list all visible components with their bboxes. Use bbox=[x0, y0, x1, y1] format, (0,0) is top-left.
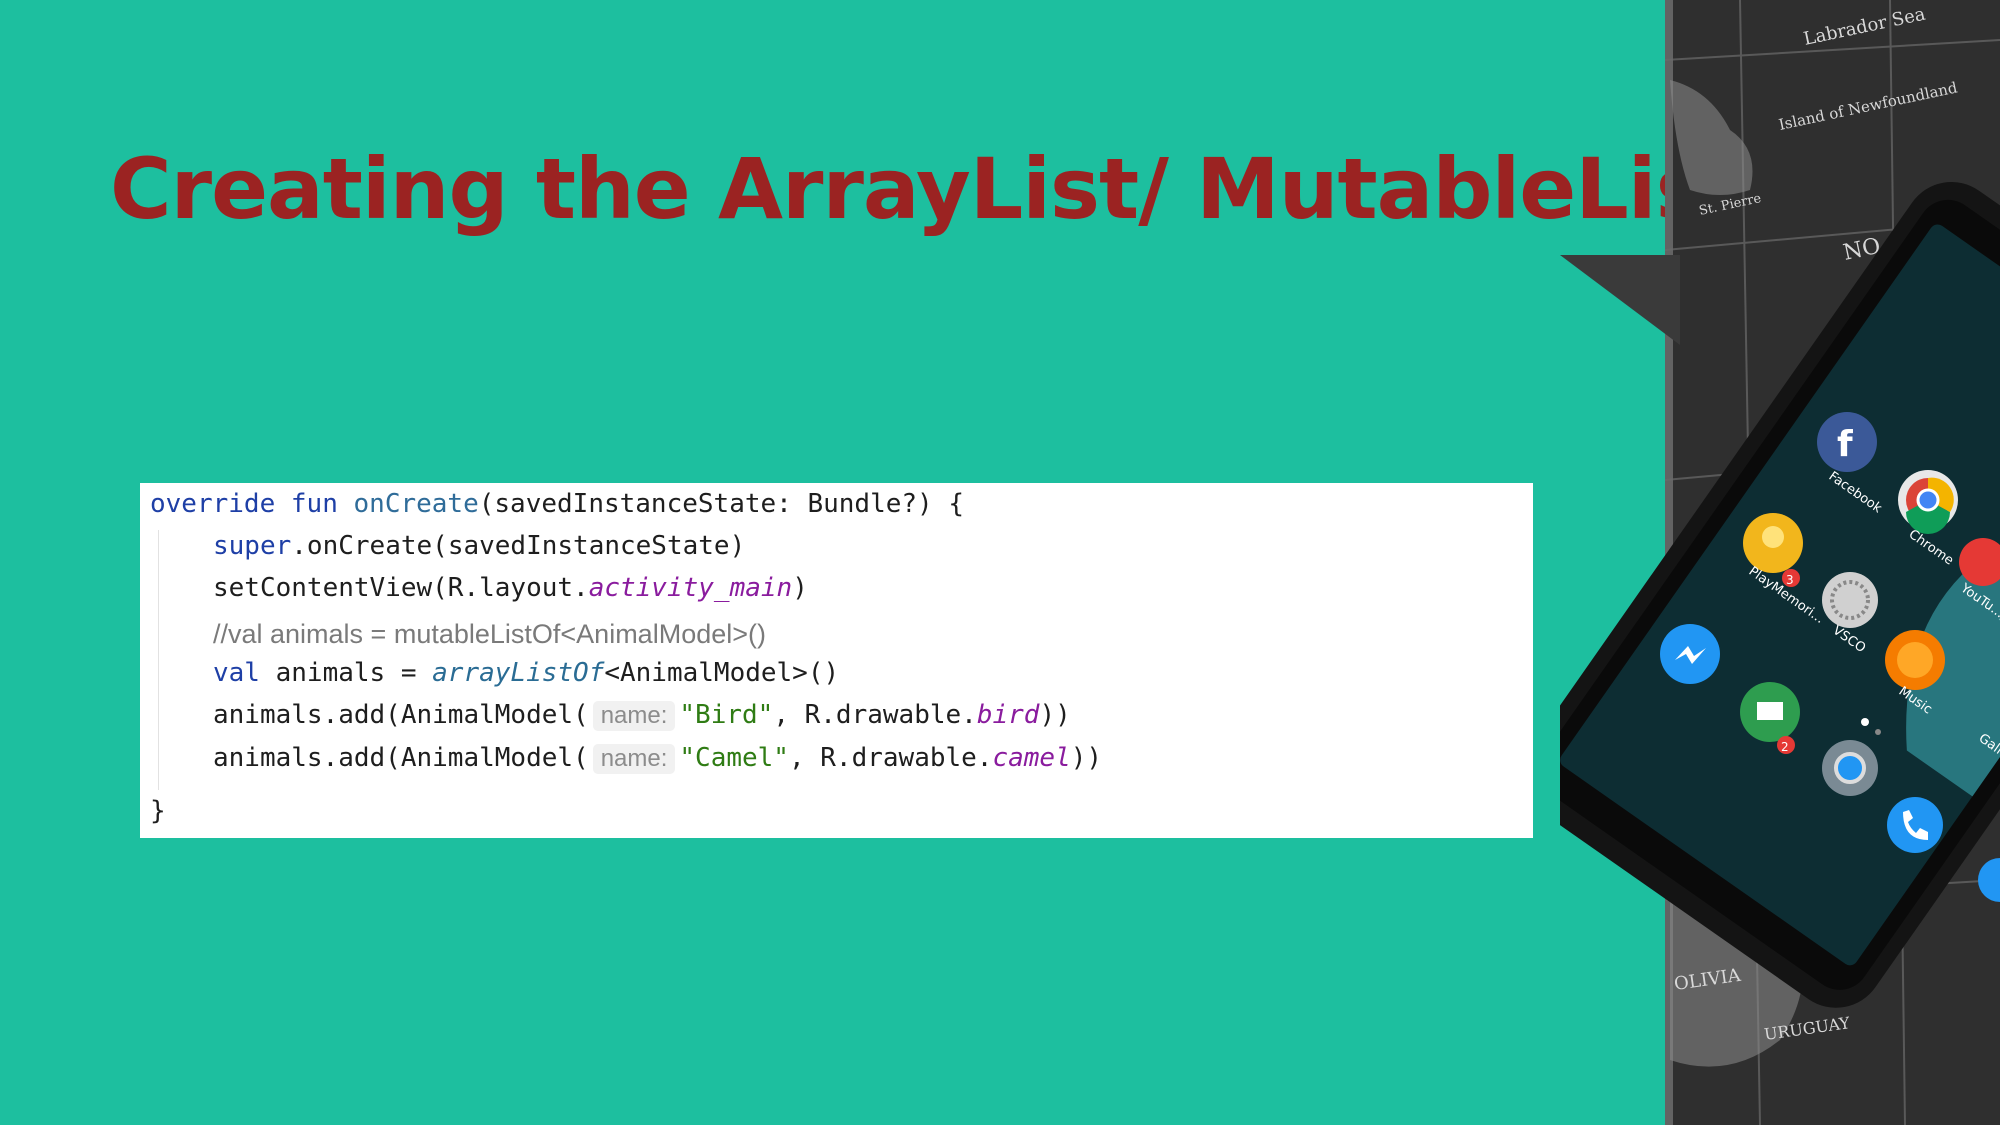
code-line-4: //val animals = mutableListOf<AnimalMode… bbox=[213, 618, 766, 651]
parameter-hint: name: bbox=[592, 744, 676, 774]
code-text: )) bbox=[1039, 700, 1071, 730]
keyword-val: val bbox=[213, 658, 260, 688]
function-name: onCreate bbox=[353, 489, 479, 519]
code-text: setContentView(R.layout. bbox=[213, 573, 589, 603]
page-indicator-dot bbox=[1875, 729, 1881, 735]
code-text: )) bbox=[1070, 743, 1103, 773]
code-text: , R.drawable. bbox=[773, 700, 977, 730]
code-text: animals.add(AnimalModel( bbox=[213, 743, 589, 773]
code-line-8: } bbox=[150, 795, 166, 827]
indent-guide bbox=[158, 530, 159, 790]
resource-ref: activity_main bbox=[588, 573, 793, 603]
code-text: ) bbox=[792, 573, 808, 603]
keyword-fun: fun bbox=[290, 489, 338, 519]
parameter-hint: name: bbox=[592, 701, 676, 731]
code-line-1: override fun onCreate(savedInstanceState… bbox=[150, 488, 964, 520]
code-text: <AnimalModel>() bbox=[604, 658, 840, 688]
code-line-2: super.onCreate(savedInstanceState) bbox=[213, 530, 745, 562]
keyword-override: override bbox=[150, 489, 276, 519]
resource-ref: camel bbox=[992, 743, 1071, 773]
code-line-3: setContentView(R.layout.activity_main) bbox=[213, 572, 808, 604]
code-text: (savedInstanceState: Bundle?) { bbox=[478, 489, 965, 519]
code-text: , R.drawable. bbox=[788, 743, 993, 773]
code-text: animals = bbox=[259, 658, 433, 688]
badge-count: 3 bbox=[1786, 573, 1794, 587]
code-line-5: val animals = arrayListOf<AnimalModel>() bbox=[213, 657, 839, 689]
slide-title: Creating the ArrayList/ MutableList bbox=[110, 140, 1745, 238]
resource-ref: bird bbox=[976, 700, 1040, 730]
slide-canvas: Creating the ArrayList/ MutableList over… bbox=[0, 0, 2000, 1125]
code-text: .onCreate(savedInstanceState) bbox=[291, 531, 746, 561]
closing-brace: } bbox=[150, 796, 166, 826]
page-indicator-dot bbox=[1861, 718, 1869, 726]
code-line-7: animals.add(AnimalModel(name: "Camel", R.… bbox=[213, 742, 1102, 774]
code-comment: //val animals = mutableListOf<AnimalMode… bbox=[213, 619, 766, 649]
function-call: arrayListOf bbox=[432, 658, 605, 688]
string-literal: "Bird" bbox=[679, 700, 774, 730]
svg-text:f: f bbox=[1837, 424, 1853, 465]
badge-count: 2 bbox=[1781, 740, 1789, 754]
keyword-super: super bbox=[213, 531, 292, 561]
code-text: animals.add(AnimalModel( bbox=[213, 700, 589, 730]
phone-on-map-image: Labrador Sea Island of Newfoundland St. … bbox=[1560, 0, 2000, 1125]
phone-call-icon bbox=[1887, 797, 1943, 853]
string-literal: "Camel" bbox=[679, 743, 789, 773]
code-line-6: animals.add(AnimalModel(name: "Bird", R.d… bbox=[213, 699, 1071, 731]
